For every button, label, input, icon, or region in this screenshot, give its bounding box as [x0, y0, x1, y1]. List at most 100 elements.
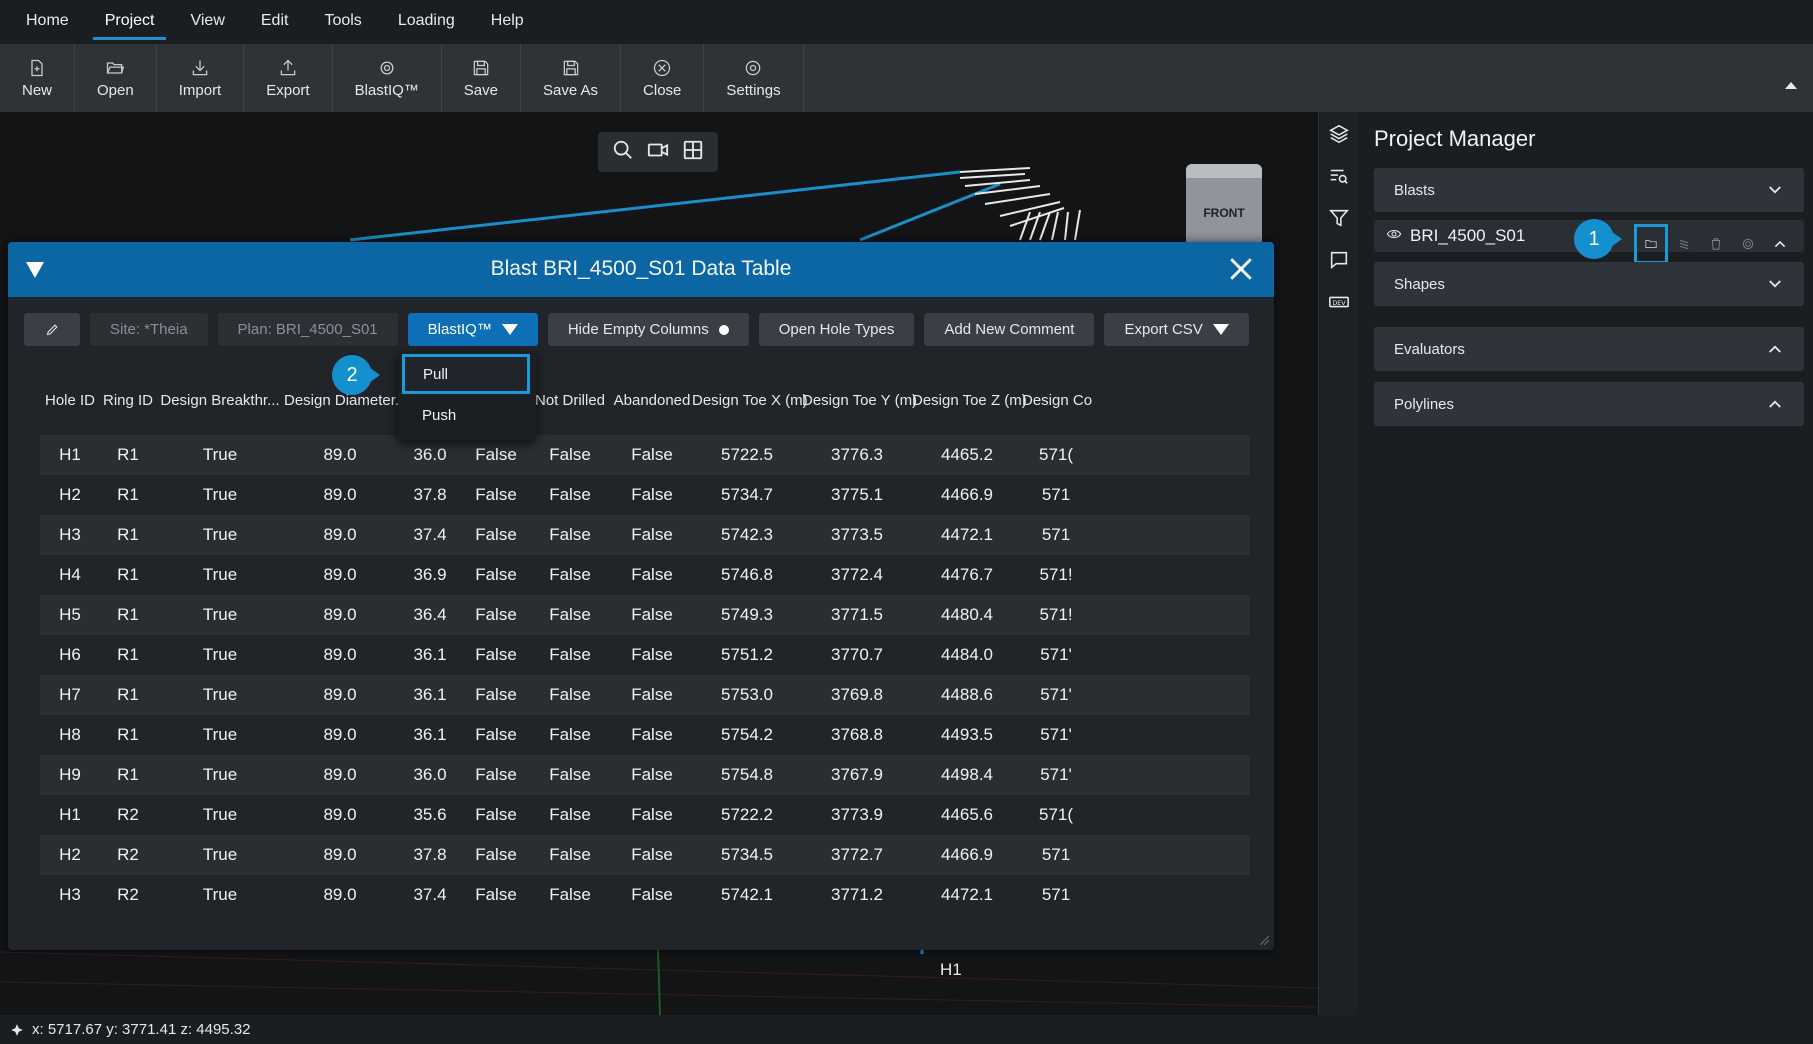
table-cell[interactable]: R2	[100, 845, 156, 865]
table-cell[interactable]: 4465.6	[912, 805, 1022, 825]
table-cell[interactable]: 37.8	[396, 485, 464, 505]
table-cell[interactable]: 36.0	[396, 765, 464, 785]
column-header[interactable]: Not Drilled	[528, 392, 612, 422]
table-cell[interactable]: 4498.4	[912, 765, 1022, 785]
table-cell[interactable]: H2	[40, 845, 100, 865]
table-row[interactable]: H3 R2 True 89.0 37.4 False False False 5742.1 377…	[40, 875, 1250, 915]
table-row[interactable]: H2 R2 True 89.0 37.8 False False False 5734.5 377…	[40, 835, 1250, 875]
table-cell[interactable]: R2	[100, 885, 156, 905]
table-cell[interactable]: 571!	[1022, 565, 1090, 585]
table-row[interactable]: H4 R1 True 89.0 36.9 False False False 5746.8 377…	[40, 555, 1250, 595]
table-cell[interactable]: False	[464, 765, 528, 785]
table-cell[interactable]: True	[156, 525, 284, 545]
filter-icon[interactable]	[1319, 198, 1359, 238]
collapse-toolbar-icon[interactable]	[1785, 82, 1797, 89]
table-cell[interactable]: 4466.9	[912, 485, 1022, 505]
table-cell[interactable]: 36.4	[396, 605, 464, 625]
table-cell[interactable]: False	[464, 725, 528, 745]
table-cell[interactable]: R2	[100, 805, 156, 825]
table-cell[interactable]: R1	[100, 605, 156, 625]
table-cell[interactable]: 89.0	[284, 525, 396, 545]
search-icon[interactable]	[612, 139, 634, 166]
table-cell[interactable]: R1	[100, 725, 156, 745]
table-cell[interactable]: R1	[100, 485, 156, 505]
table-cell[interactable]: 571(	[1022, 805, 1090, 825]
table-cell[interactable]: R1	[100, 525, 156, 545]
blast-settings-button[interactable]	[1732, 232, 1764, 256]
table-row[interactable]: H8 R1 True 89.0 36.1 False False False 5754.2 376…	[40, 715, 1250, 755]
table-cell[interactable]: 5742.3	[692, 525, 802, 545]
table-row[interactable]: H3 R1 True 89.0 37.4 False False False 5742.3 377…	[40, 515, 1250, 555]
collapse-blast-button[interactable]	[1764, 232, 1796, 256]
table-cell[interactable]: H3	[40, 525, 100, 545]
comment-icon[interactable]	[1319, 240, 1359, 280]
table-cell[interactable]: 3772.4	[802, 565, 912, 585]
table-cell[interactable]: 3770.7	[802, 645, 912, 665]
table-cell[interactable]: H9	[40, 765, 100, 785]
table-cell[interactable]: 89.0	[284, 685, 396, 705]
shapes-section-header[interactable]: Shapes	[1374, 262, 1804, 306]
table-cell[interactable]: H5	[40, 605, 100, 625]
menu-edit[interactable]: Edit	[249, 0, 301, 44]
grid-icon[interactable]	[682, 139, 704, 166]
table-row[interactable]: H1 R2 True 89.0 35.6 False False False 5722.2 377…	[40, 795, 1250, 835]
export-button[interactable]: Export	[244, 44, 333, 112]
table-cell[interactable]: False	[464, 525, 528, 545]
new-button[interactable]: New	[0, 44, 76, 112]
table-cell[interactable]: 5749.3	[692, 605, 802, 625]
column-header[interactable]: Hole ID	[40, 392, 100, 422]
table-cell[interactable]: H1	[40, 445, 100, 465]
table-cell[interactable]: 4465.2	[912, 445, 1022, 465]
table-cell[interactable]: True	[156, 485, 284, 505]
table-cell[interactable]: 4466.9	[912, 845, 1022, 865]
table-cell[interactable]: False	[612, 645, 692, 665]
table-cell[interactable]: 3771.5	[802, 605, 912, 625]
table-cell[interactable]: False	[612, 445, 692, 465]
table-cell[interactable]: 89.0	[284, 565, 396, 585]
table-cell[interactable]: 35.6	[396, 805, 464, 825]
table-cell[interactable]: 37.4	[396, 885, 464, 905]
table-cell[interactable]: False	[464, 645, 528, 665]
table-cell[interactable]: 571	[1022, 885, 1090, 905]
table-cell[interactable]: 37.8	[396, 845, 464, 865]
table-cell[interactable]: False	[612, 565, 692, 585]
table-cell[interactable]: False	[612, 725, 692, 745]
table-cell[interactable]: True	[156, 885, 284, 905]
table-cell[interactable]: True	[156, 565, 284, 585]
table-cell[interactable]: False	[464, 845, 528, 865]
table-cell[interactable]: False	[464, 485, 528, 505]
table-cell[interactable]: False	[612, 485, 692, 505]
open-data-table-button[interactable]	[1634, 224, 1668, 264]
table-cell[interactable]: False	[528, 765, 612, 785]
table-cell[interactable]: 36.0	[396, 445, 464, 465]
column-header[interactable]: Design Diameter...	[284, 392, 407, 422]
table-cell[interactable]: 5734.7	[692, 485, 802, 505]
table-cell[interactable]: 4488.6	[912, 685, 1022, 705]
table-cell[interactable]: 37.4	[396, 525, 464, 545]
table-row[interactable]: H5 R1 True 89.0 36.4 False False False 5749.3 377…	[40, 595, 1250, 635]
table-cell[interactable]: False	[464, 565, 528, 585]
table-cell[interactable]: 89.0	[284, 805, 396, 825]
table-row[interactable]: H6 R1 True 89.0 36.1 False False False 5751.2 377…	[40, 635, 1250, 675]
table-cell[interactable]: 5753.0	[692, 685, 802, 705]
table-cell[interactable]: 3772.7	[802, 845, 912, 865]
table-cell[interactable]: 5754.2	[692, 725, 802, 745]
table-cell[interactable]: True	[156, 765, 284, 785]
table-cell[interactable]: 4472.1	[912, 885, 1022, 905]
table-cell[interactable]: H4	[40, 565, 100, 585]
table-cell[interactable]: False	[464, 805, 528, 825]
table-cell[interactable]: 36.1	[396, 725, 464, 745]
save-as-button[interactable]: Save As	[521, 44, 622, 112]
table-cell[interactable]: 3775.1	[802, 485, 912, 505]
table-cell[interactable]: 571'	[1022, 685, 1090, 705]
table-cell[interactable]: 89.0	[284, 725, 396, 745]
blastiq-button[interactable]: BlastIQ™	[333, 44, 442, 112]
table-cell[interactable]: 4476.7	[912, 565, 1022, 585]
table-cell[interactable]: 89.0	[284, 845, 396, 865]
table-cell[interactable]: 571'	[1022, 725, 1090, 745]
table-cell[interactable]: True	[156, 445, 284, 465]
evaluators-section-header[interactable]: Evaluators	[1374, 327, 1804, 371]
menu-project[interactable]: Project	[92, 0, 167, 44]
table-cell[interactable]: False	[612, 845, 692, 865]
table-cell[interactable]: 4472.1	[912, 525, 1022, 545]
